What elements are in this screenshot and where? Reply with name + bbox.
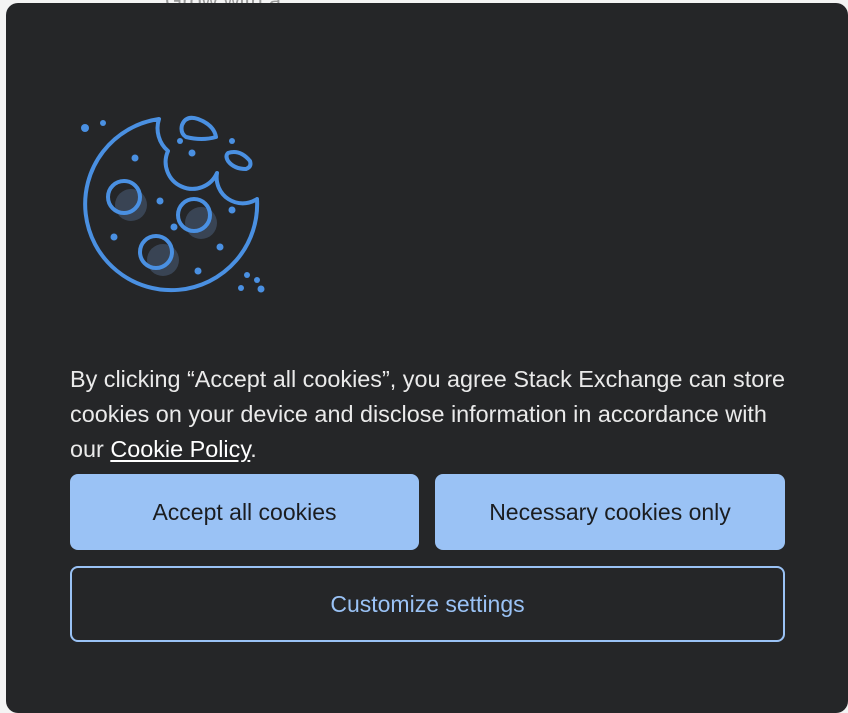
necessary-cookies-only-label: Necessary cookies only	[489, 498, 731, 525]
cookie-icon	[81, 115, 265, 293]
necessary-cookies-only-button[interactable]: Necessary cookies only	[435, 474, 785, 550]
consent-message: By clicking “Accept all cookies”, you ag…	[70, 362, 790, 467]
consent-message-end: .	[250, 436, 257, 463]
cookie-consent-dialog: By clicking “Accept all cookies”, you ag…	[6, 3, 848, 713]
cookie-policy-link[interactable]: Cookie Policy	[110, 436, 250, 462]
customize-settings-label: Customize settings	[330, 590, 525, 617]
accept-all-cookies-button[interactable]: Accept all cookies	[70, 474, 419, 550]
customize-settings-button[interactable]: Customize settings	[70, 566, 785, 642]
accept-all-cookies-label: Accept all cookies	[152, 498, 337, 525]
